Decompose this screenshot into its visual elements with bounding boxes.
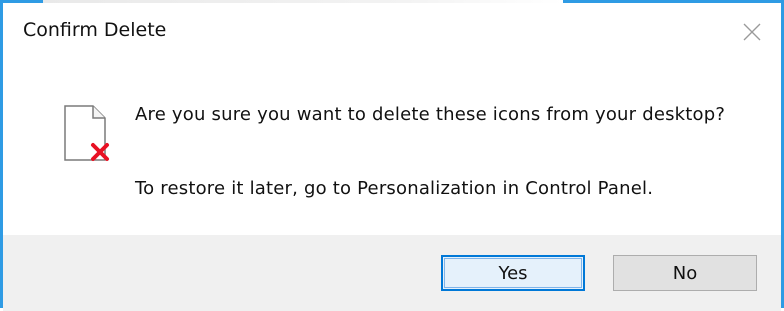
restore-hint-message: To restore it later, go to Personalizati… xyxy=(135,178,654,199)
close-icon xyxy=(743,23,761,41)
dialog-title: Confirm Delete xyxy=(23,19,167,41)
dialog-content: Are you sure you want to delete these ic… xyxy=(3,65,781,235)
deleted-file-icon xyxy=(64,105,109,161)
yes-button-label: Yes xyxy=(498,262,528,284)
yes-button[interactable]: Yes xyxy=(441,255,585,291)
confirm-delete-dialog: Confirm Delete Are you sure you want to … xyxy=(0,0,784,311)
button-bar: Yes No xyxy=(3,235,781,311)
no-button[interactable]: No xyxy=(613,255,757,291)
title-bar[interactable]: Confirm Delete xyxy=(3,3,781,65)
confirm-message: Are you sure you want to delete these ic… xyxy=(135,104,726,125)
no-button-label: No xyxy=(672,262,698,284)
close-button[interactable] xyxy=(723,3,781,61)
